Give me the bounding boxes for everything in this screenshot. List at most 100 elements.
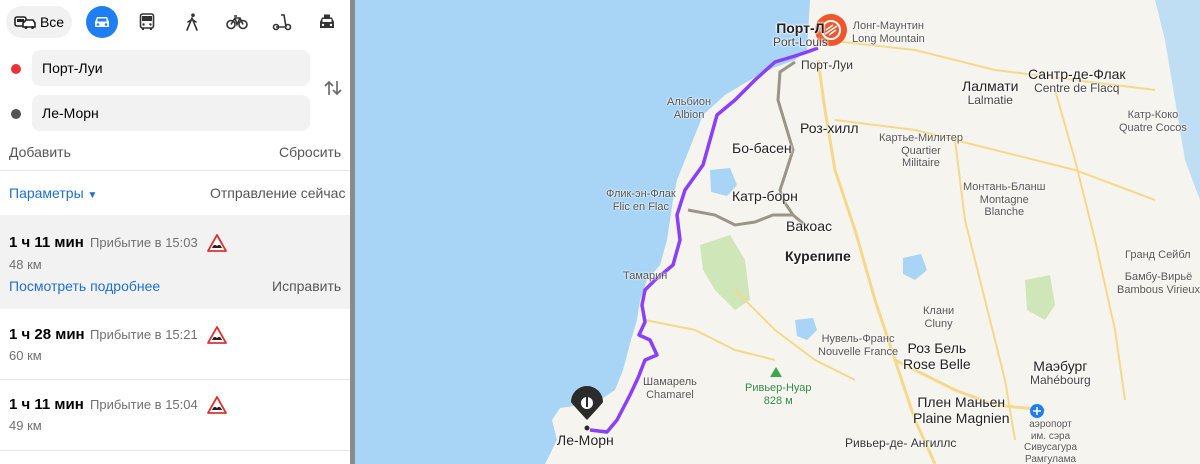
swap-arrows-icon: [322, 80, 344, 102]
app-window: Все Порт-Луи Ле-Морн Добавить Сбросить П…: [0, 0, 1200, 464]
route-duration: 1 ч 11 мин: [9, 396, 84, 413]
mode-all-label: Все: [39, 14, 65, 30]
label-en: Montagne: [979, 193, 1029, 206]
transport-mode-bar: Все: [0, 0, 350, 44]
road-warning-icon: [207, 396, 227, 414]
reset-link[interactable]: Сбросить: [279, 143, 341, 161]
route-arrival: Прибытие в 15:04: [90, 397, 198, 412]
map-label-lalmatie: Лалмати Lalmatie: [962, 78, 1018, 108]
label-ru: Бамбу-Вирьё: [1124, 271, 1193, 283]
route-option-1[interactable]: 1 ч 11 мин Прибытие в 15:03 48 км Посмот…: [0, 215, 350, 309]
label-en: Long Mountain: [852, 32, 925, 45]
label-ru: Ангиллс: [910, 436, 957, 450]
map-label-mahebourg: Маэбург Mahébourg: [1030, 358, 1091, 388]
map-label-montagne-blanche: Монтань-Бланш Montagne Blanche: [963, 181, 1046, 219]
map-label-riviere-des-anguilles: Ривьер-де- Ангиллс: [845, 436, 957, 451]
label-ru: Клани: [923, 305, 955, 317]
label-en: Plaine Magnien: [913, 410, 1010, 427]
route-option-3[interactable]: 1 ч 11 мин Прибытие в 15:04 49 км: [0, 380, 350, 450]
chevron-down-icon: ▼: [87, 190, 98, 201]
map-label-beau-bassin: Бо-басен: [732, 140, 792, 156]
label-ru: Лонг-Маунтин: [852, 20, 924, 32]
label-en: Militaire: [902, 157, 940, 170]
label-ru: Флик-эн-Флак: [606, 188, 676, 200]
divider: [0, 450, 350, 451]
map-label-vacoas: Вакоас: [786, 218, 832, 234]
destination-dot: [11, 109, 21, 119]
bicycle-icon: [226, 14, 248, 30]
route-distance: 60 км: [9, 348, 42, 363]
map-label-tamarin: Тамарин: [623, 270, 668, 282]
route-distance: 49 км: [9, 418, 42, 433]
label-en: Chamarel: [646, 388, 694, 401]
map-label-flic-en-flac: Флик-эн-Флак Flic en Flac: [606, 188, 676, 213]
map-label-rose-hill: Роз-хилл: [800, 120, 859, 136]
add-point-link[interactable]: Добавить: [9, 143, 71, 161]
origin-dot: [11, 64, 21, 74]
route-arrival: Прибытие в 15:21: [90, 327, 198, 342]
label-ru: аэропорт: [1029, 419, 1072, 430]
label-en: Mahébourg: [1030, 373, 1091, 388]
label-en: Blanche: [984, 206, 1025, 219]
fix-route-link[interactable]: Исправить: [272, 277, 341, 295]
map-label-rose-belle: Роз Бель Rose Belle: [903, 340, 971, 372]
map-label-cluny: Клани Cluny: [923, 305, 954, 330]
label-ru: Шамарель: [643, 376, 697, 388]
map-label-grand-sable: Гранд Сейбл: [1125, 249, 1191, 261]
route-sidebar: Все Порт-Луи Ле-Морн Добавить Сбросить П…: [0, 0, 350, 464]
route-duration: 1 ч 28 мин: [9, 326, 85, 343]
label-ru: Ривьер-де-: [845, 436, 908, 450]
label-en: Quartier: [901, 144, 941, 157]
map-label-le-morne: Ле-Морн: [557, 432, 614, 448]
destination-field[interactable]: Ле-Морн: [32, 95, 310, 131]
road-warning-icon: [207, 326, 227, 344]
mode-car-button[interactable]: [86, 6, 118, 38]
label-ru: им. сэра: [1030, 430, 1071, 442]
label-ru: Роз Бель: [907, 340, 967, 356]
map-label-port-louis-marker: Порт-Луи: [801, 58, 853, 72]
map-label-bambous-virieux: Бамбу-Вирьё Bambous Virieux: [1117, 271, 1200, 296]
label-en: Albion: [673, 108, 705, 121]
label-ru: Рамгулама: [1024, 453, 1077, 464]
label-ru: Картье-Милитер: [879, 132, 963, 144]
label-ru: Катр-Коко: [1127, 109, 1179, 121]
map-label-quatre-bornes: Катр-борн: [732, 188, 798, 204]
departure-time-selector[interactable]: Отправление сейчас: [210, 184, 345, 202]
label-ru: Монтань-Бланш: [963, 181, 1046, 193]
view-details-link[interactable]: Посмотреть подробнее: [9, 277, 160, 295]
map-label-albion: Альбион Albion: [667, 96, 711, 121]
label-en: Centre de Flacq: [1034, 81, 1120, 96]
map-label-curepipe: Курепипе: [785, 248, 851, 264]
mode-scooter-button[interactable]: [266, 6, 298, 38]
label-en: Lalmatie: [967, 93, 1013, 108]
peak-height: 828 м: [763, 394, 793, 407]
parameters-label: Параметры: [9, 185, 84, 201]
label-en: Flic en Flac: [612, 200, 669, 213]
origin-field[interactable]: Порт-Луи: [32, 50, 310, 86]
route-distance: 48 км: [9, 257, 42, 272]
label-ru: Лалмати: [962, 78, 1019, 94]
map-label-centre-de-flacq: Сантр-де-Флак Centre de Flacq: [1028, 66, 1126, 96]
parameters-link[interactable]: Параметры ▼: [9, 184, 97, 205]
mode-bus-button[interactable]: [131, 6, 163, 38]
label-ru: Ривьер-Нуар: [745, 382, 812, 394]
map-label-plaine-magnien: Плен Маньен Plaine Magnien: [913, 394, 1010, 426]
map-label-port-louis: Порт-Л Port-Louis: [773, 20, 828, 50]
label-ru: Альбион: [667, 96, 712, 108]
mode-walk-button[interactable]: [176, 6, 208, 38]
divider: [0, 170, 350, 171]
road-warning-icon: [207, 234, 227, 252]
mode-taxi-button[interactable]: [311, 6, 343, 38]
swap-points-button[interactable]: [322, 78, 344, 98]
label-ru: Порт-Л: [776, 20, 825, 36]
map-canvas[interactable]: Порт-Л Port-Louis Порт-Луи Лонг-Маунтин …: [355, 0, 1200, 464]
label-ru: Сивусагура: [1024, 442, 1078, 453]
label-en: Port-Louis: [773, 35, 828, 50]
map-label-nouvelle-france: Нувель-Франс Nouvelle France: [818, 333, 898, 358]
bus-icon: [139, 13, 155, 31]
taxi-icon: [318, 14, 336, 30]
mode-bike-button[interactable]: [221, 6, 253, 38]
label-ru: Сантр-де-Флак: [1028, 66, 1126, 82]
route-option-2[interactable]: 1 ч 28 мин Прибытие в 15:21 60 км: [0, 309, 350, 379]
mode-all-button[interactable]: Все: [6, 6, 72, 38]
